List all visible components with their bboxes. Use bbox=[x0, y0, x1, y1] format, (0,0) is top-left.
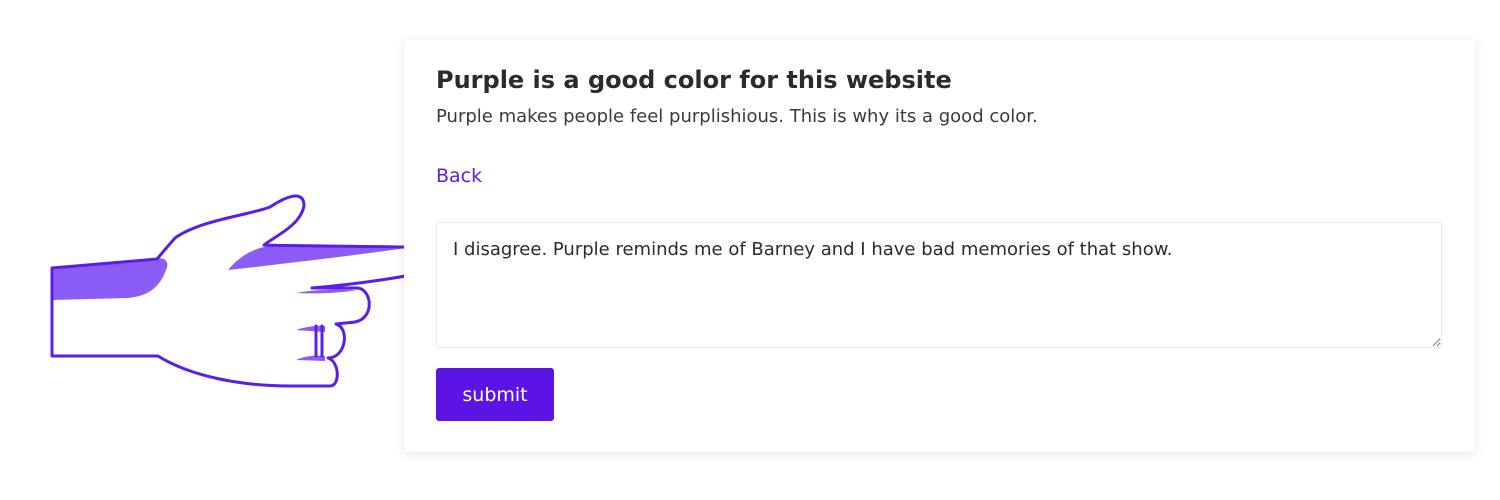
post-title: Purple is a good color for this website bbox=[436, 66, 952, 94]
reply-textarea[interactable]: I disagree. Purple reminds me of Barney … bbox=[436, 222, 1442, 348]
post-card: Purple is a good color for this website … bbox=[404, 40, 1475, 452]
submit-button[interactable]: submit bbox=[436, 368, 554, 421]
back-link[interactable]: Back bbox=[436, 165, 482, 187]
post-description: Purple makes people feel purplishious. T… bbox=[436, 106, 1038, 127]
